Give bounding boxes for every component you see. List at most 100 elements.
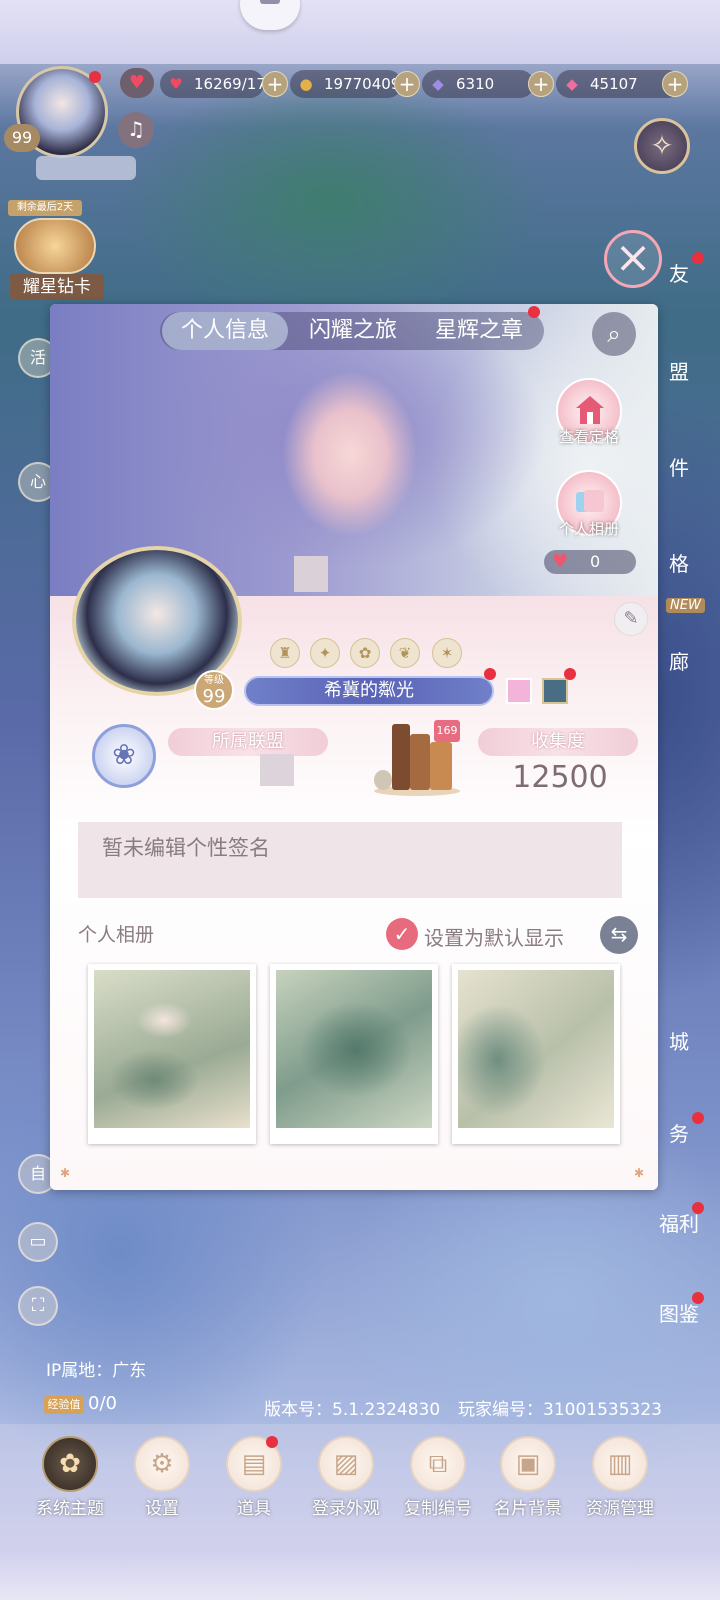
heart-icon: ♥ bbox=[169, 75, 183, 93]
album-photo[interactable] bbox=[452, 964, 620, 1144]
pink-diamond-value: 45107 bbox=[590, 75, 638, 93]
folder-icon[interactable]: ▥ bbox=[592, 1436, 648, 1492]
notification-dot bbox=[692, 1292, 704, 1304]
copy-icon[interactable]: ⧉ bbox=[410, 1436, 466, 1492]
promo-remaining-label: 剩余最后2天 bbox=[8, 200, 82, 216]
side-handbook[interactable]: 图鉴 bbox=[652, 1292, 706, 1327]
corner-ornament-icon: ✱ bbox=[634, 1166, 645, 1180]
promo-title[interactable]: 耀星钻卡 bbox=[10, 274, 104, 300]
experience-tag: 经验值 bbox=[44, 1396, 84, 1414]
music-note-icon[interactable]: ♫ bbox=[118, 112, 154, 148]
notification-dot bbox=[528, 306, 540, 318]
side-mail[interactable]: 件 bbox=[652, 452, 706, 481]
clock-frame-icon[interactable] bbox=[542, 678, 568, 704]
add-gold-button[interactable]: + bbox=[394, 71, 420, 97]
avatar-frame-icon[interactable] bbox=[506, 678, 532, 704]
notification-dot bbox=[692, 1112, 704, 1124]
pocket-watch-icon bbox=[374, 770, 392, 790]
side-label: 城 bbox=[669, 1030, 689, 1054]
side-alliance[interactable]: 盟 bbox=[652, 356, 706, 385]
stamina-counter: ♥ 16269/170 bbox=[160, 70, 275, 98]
tab-personal-info[interactable]: 个人信息 bbox=[162, 312, 288, 350]
flower-icon[interactable]: ✿ bbox=[42, 1436, 98, 1492]
side-friends[interactable]: 友 bbox=[652, 252, 706, 287]
checkmark-icon[interactable]: ✓ bbox=[386, 918, 418, 950]
side-mall[interactable]: 城 bbox=[652, 1026, 706, 1055]
side-gallery[interactable]: 廊 bbox=[652, 646, 706, 675]
album-photo[interactable] bbox=[270, 964, 438, 1144]
leaf-badge-icon[interactable]: ❦ bbox=[390, 638, 420, 668]
side-label: 福利 bbox=[659, 1212, 699, 1236]
notification-dot bbox=[692, 252, 704, 264]
tab-shining-journey[interactable]: 闪耀之旅 bbox=[290, 312, 416, 350]
fullscreen-icon[interactable]: ⛶ bbox=[18, 1286, 58, 1326]
player-id: 玩家编号：31001535323 bbox=[458, 1400, 662, 1420]
signature-field[interactable]: 暂未编辑个性签名 bbox=[78, 822, 622, 898]
side-label: 友 bbox=[669, 262, 689, 286]
add-pink-diamond-button[interactable]: + bbox=[662, 71, 688, 97]
picture-icon[interactable]: ▨ bbox=[318, 1436, 374, 1492]
side-label: 图鉴 bbox=[659, 1302, 699, 1326]
star-card-icon[interactable] bbox=[14, 218, 96, 274]
side-label: 务 bbox=[669, 1122, 689, 1146]
card-icon[interactable]: ▣ bbox=[500, 1436, 556, 1492]
view-outfit-label: 查看定格 bbox=[558, 428, 619, 446]
likes-counter[interactable]: ♥ 0 bbox=[544, 550, 636, 574]
album-photo[interactable] bbox=[88, 964, 256, 1144]
compass-menu-icon[interactable]: ✧ bbox=[634, 118, 690, 174]
lotus-painting-image bbox=[94, 970, 250, 1128]
profile-tabs: 个人信息 闪耀之旅 星辉之章 bbox=[160, 312, 544, 350]
alliance-label: 所属联盟 bbox=[168, 728, 328, 756]
side-grid[interactable]: 格 bbox=[652, 548, 706, 577]
dock-label-items[interactable]: 道具 bbox=[204, 1494, 304, 1519]
flower-badge-icon[interactable]: ✿ bbox=[350, 638, 380, 668]
likes-value: 0 bbox=[590, 552, 601, 571]
dock-label-login-appearance[interactable]: 登录外观 bbox=[296, 1494, 396, 1519]
dock-label-resource-management[interactable]: 资源管理 bbox=[570, 1494, 670, 1519]
corner-ornament-icon: ✱ bbox=[60, 1166, 71, 1180]
dock-label-card-background[interactable]: 名片背景 bbox=[478, 1494, 578, 1519]
default-display-label[interactable]: 设置为默认显示 bbox=[424, 922, 564, 951]
chat-icon[interactable]: ▭ bbox=[18, 1222, 58, 1262]
heart-icon[interactable]: ♥ bbox=[120, 68, 154, 98]
diamond-counter: ◆ 6310 bbox=[422, 70, 534, 98]
album-section-title: 个人相册 bbox=[78, 924, 155, 946]
edit-icon[interactable]: ✎ bbox=[614, 602, 648, 636]
add-diamond-button[interactable]: + bbox=[528, 71, 554, 97]
notification-dot bbox=[266, 1436, 278, 1448]
collection-value: 12500 bbox=[512, 760, 608, 795]
side-label: 盟 bbox=[669, 360, 689, 384]
dock-label-system-theme[interactable]: 系统主题 bbox=[20, 1494, 120, 1519]
gold-coin-icon: ● bbox=[299, 75, 313, 93]
bottom-frame bbox=[0, 1548, 720, 1600]
alliance-name-blurred bbox=[260, 754, 294, 786]
gear-icon[interactable]: ⚙ bbox=[134, 1436, 190, 1492]
book-spine bbox=[410, 734, 430, 790]
badge-icon[interactable]: ♜ bbox=[270, 638, 300, 668]
top-frame bbox=[0, 0, 720, 64]
dock-label-settings[interactable]: 设置 bbox=[112, 1494, 212, 1519]
tab-starlight-chapter[interactable]: 星辉之章 bbox=[416, 312, 542, 350]
title-plate[interactable]: 希冀的粼光 bbox=[244, 676, 494, 706]
notification-dot bbox=[564, 668, 576, 680]
notification-dot bbox=[484, 668, 496, 680]
photo-album-label: 个人相册 bbox=[558, 520, 619, 538]
experience-value: 0/0 bbox=[88, 1393, 117, 1414]
player-name-blurred bbox=[36, 156, 136, 180]
search-icon[interactable]: ⌕ bbox=[592, 312, 636, 356]
player-name-blurred bbox=[294, 556, 328, 592]
notification-dot bbox=[89, 71, 101, 83]
side-label: 格 bbox=[669, 552, 689, 576]
side-welfare[interactable]: 福利 bbox=[652, 1202, 706, 1237]
diamond-value: 6310 bbox=[456, 75, 495, 93]
alliance-emblem-icon[interactable]: ❀ bbox=[92, 724, 156, 788]
lotus-leaf-image bbox=[276, 970, 432, 1128]
swap-icon[interactable]: ⇆ bbox=[600, 916, 638, 954]
dock-label-copy-id[interactable]: 复制编号 bbox=[388, 1494, 488, 1519]
book-count-badge: 169 bbox=[434, 720, 460, 742]
star-badge-icon[interactable]: ✶ bbox=[432, 638, 462, 668]
add-stamina-button[interactable]: + bbox=[262, 71, 288, 97]
profile-panel: 个人信息 闪耀之旅 星辉之章 ⌕ 查看定格 个人相册 ♥ 0 等级 99 ✎ ♜ ✦… bbox=[50, 304, 658, 1190]
unicorn-badge-icon[interactable]: ✦ bbox=[310, 638, 340, 668]
side-tasks[interactable]: 务 bbox=[652, 1112, 706, 1147]
